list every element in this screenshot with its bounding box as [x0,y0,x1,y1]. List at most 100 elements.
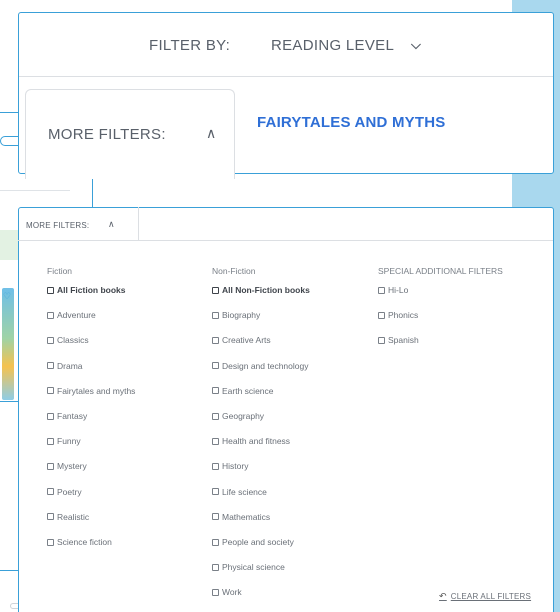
checkbox-icon[interactable] [47,336,54,344]
filter-option[interactable]: Fairytales and myths [47,386,135,396]
checkbox-icon[interactable] [212,513,219,521]
filter-option-label: Poetry [57,486,82,497]
filter-option[interactable]: Design and technology [212,361,308,371]
filter-option[interactable]: Geography [212,411,264,421]
filter-option[interactable]: Phonics [378,310,418,320]
filter-option[interactable]: Mathematics [212,512,270,522]
filter-option-label: Funny [57,436,81,447]
tab-divider [139,240,553,241]
filter-option-label: Mystery [57,461,87,472]
filter-option[interactable]: Earth science [212,386,274,396]
filter-option-label: Realistic [57,511,90,522]
checkbox-icon[interactable] [212,563,219,571]
checkbox-icon[interactable] [212,336,219,344]
filter-option-label: Science fiction [57,537,112,547]
filter-option[interactable]: Creative Arts [212,335,271,345]
filter-option[interactable]: Drama [47,361,83,371]
filter-option-label: Adventure [57,310,96,321]
more-filters-label: MORE FILTERS: [48,126,166,143]
checkbox-icon[interactable] [378,286,385,294]
checkbox-icon[interactable] [212,311,219,319]
filter-option-label: Phonics [388,310,419,321]
filter-option-label: Work [222,587,242,598]
checkbox-icon[interactable] [212,488,219,496]
filter-option-label: Fairytales and myths [57,385,136,396]
fiction-heading: Fiction [47,266,73,276]
filter-option-label: Biography [222,310,261,321]
more-filters-tab[interactable]: MORE FILTERS: ∧ [25,89,235,179]
filter-bar-panel: FILTER BY: READING LEVEL ⌵ MORE FILTERS:… [18,12,554,179]
filter-option[interactable]: Hi-Lo [378,285,408,295]
filter-by-label: FILTER BY: [149,37,231,54]
checkbox-icon[interactable] [212,462,219,470]
chevron-up-icon[interactable]: ∧ [206,125,216,142]
checkbox-icon[interactable] [47,286,54,294]
checkbox-icon[interactable] [212,437,219,445]
filter-option-label: Physical science [222,562,285,573]
checkbox-icon[interactable] [212,412,219,420]
more-filters-label: MORE FILTERS: [26,221,90,230]
filter-option[interactable]: Spanish [378,335,419,345]
checkbox-icon[interactable] [47,362,54,370]
filter-option[interactable]: History [212,461,248,471]
special-filters-heading: SPECIAL ADDITIONAL FILTERS [378,266,503,276]
filter-option[interactable]: Realistic [47,512,89,522]
checkbox-icon[interactable] [212,286,219,294]
filter-option-label: Geography [222,411,265,421]
filter-option-label: All Fiction books [57,285,126,295]
filter-option-label: Drama [57,360,83,371]
filter-option[interactable]: Physical science [212,562,285,572]
checkbox-icon[interactable] [212,588,219,596]
checkbox-icon[interactable] [47,488,54,496]
checkbox-icon[interactable] [47,462,54,470]
nonfiction-heading: Non-Fiction [212,266,256,276]
checkbox-icon[interactable] [47,437,54,445]
filter-option-label: Hi-Lo [388,285,409,295]
filter-option-label: Creative Arts [222,335,271,346]
filter-option[interactable]: Science fiction [47,537,112,547]
filter-option[interactable]: Adventure [47,310,96,320]
checkbox-icon[interactable] [47,387,54,395]
filter-option-label: Health and fitness [222,436,291,447]
checkbox-icon[interactable] [47,538,54,546]
filter-option-label: All Non-Fiction books [222,285,310,295]
more-filters-tab[interactable]: MORE FILTERS: ∧ [18,207,139,241]
checkbox-icon[interactable] [378,336,385,344]
more-filters-panel: MORE FILTERS: ∧ Fiction Non-Fiction SPEC… [18,207,554,612]
checkbox-icon[interactable] [47,412,54,420]
filter-option[interactable]: All Non-Fiction books [212,285,310,295]
filter-option-label: Spanish [388,335,419,346]
filter-option[interactable]: Life science [212,487,267,497]
filter-option-label: History [222,461,249,472]
filter-option-label: Life science [222,486,267,497]
checkbox-icon[interactable] [47,513,54,521]
filter-option-label: Fantasy [57,411,88,421]
checkbox-icon[interactable] [212,362,219,370]
filter-option[interactable]: Classics [47,335,89,345]
clear-all-filters-button[interactable]: ↶ CLEAR ALL FILTERS [439,591,531,602]
checkbox-icon[interactable] [212,538,219,546]
undo-icon: ↶ [439,591,447,601]
checkbox-icon[interactable] [378,311,385,319]
filter-option[interactable]: Mystery [47,461,87,471]
filter-option-label: Earth science [222,385,274,396]
checkbox-icon[interactable] [212,387,219,395]
filter-option[interactable]: Work [212,587,242,597]
filter-option[interactable]: Poetry [47,487,82,497]
background-book-thumbnail [2,288,14,400]
reading-level-dropdown[interactable]: READING LEVEL [271,37,394,54]
filter-option-label: Design and technology [222,360,309,371]
filter-option[interactable]: Biography [212,310,260,320]
active-filter-label[interactable]: FAIRYTALES AND MYTHS [257,114,445,131]
checkbox-icon[interactable] [47,311,54,319]
filter-option-label: Mathematics [222,511,271,522]
heart-icon: ♡ [3,291,12,301]
filter-option-label: People and society [222,537,294,547]
filter-option[interactable]: Health and fitness [212,436,290,446]
filter-option[interactable]: People and society [212,537,294,547]
filter-option[interactable]: Funny [47,436,81,446]
filter-option[interactable]: Fantasy [47,411,87,421]
filter-option[interactable]: All Fiction books [47,285,125,295]
chevron-up-icon[interactable]: ∧ [108,219,115,230]
chevron-down-icon[interactable]: ⌵ [411,37,421,53]
